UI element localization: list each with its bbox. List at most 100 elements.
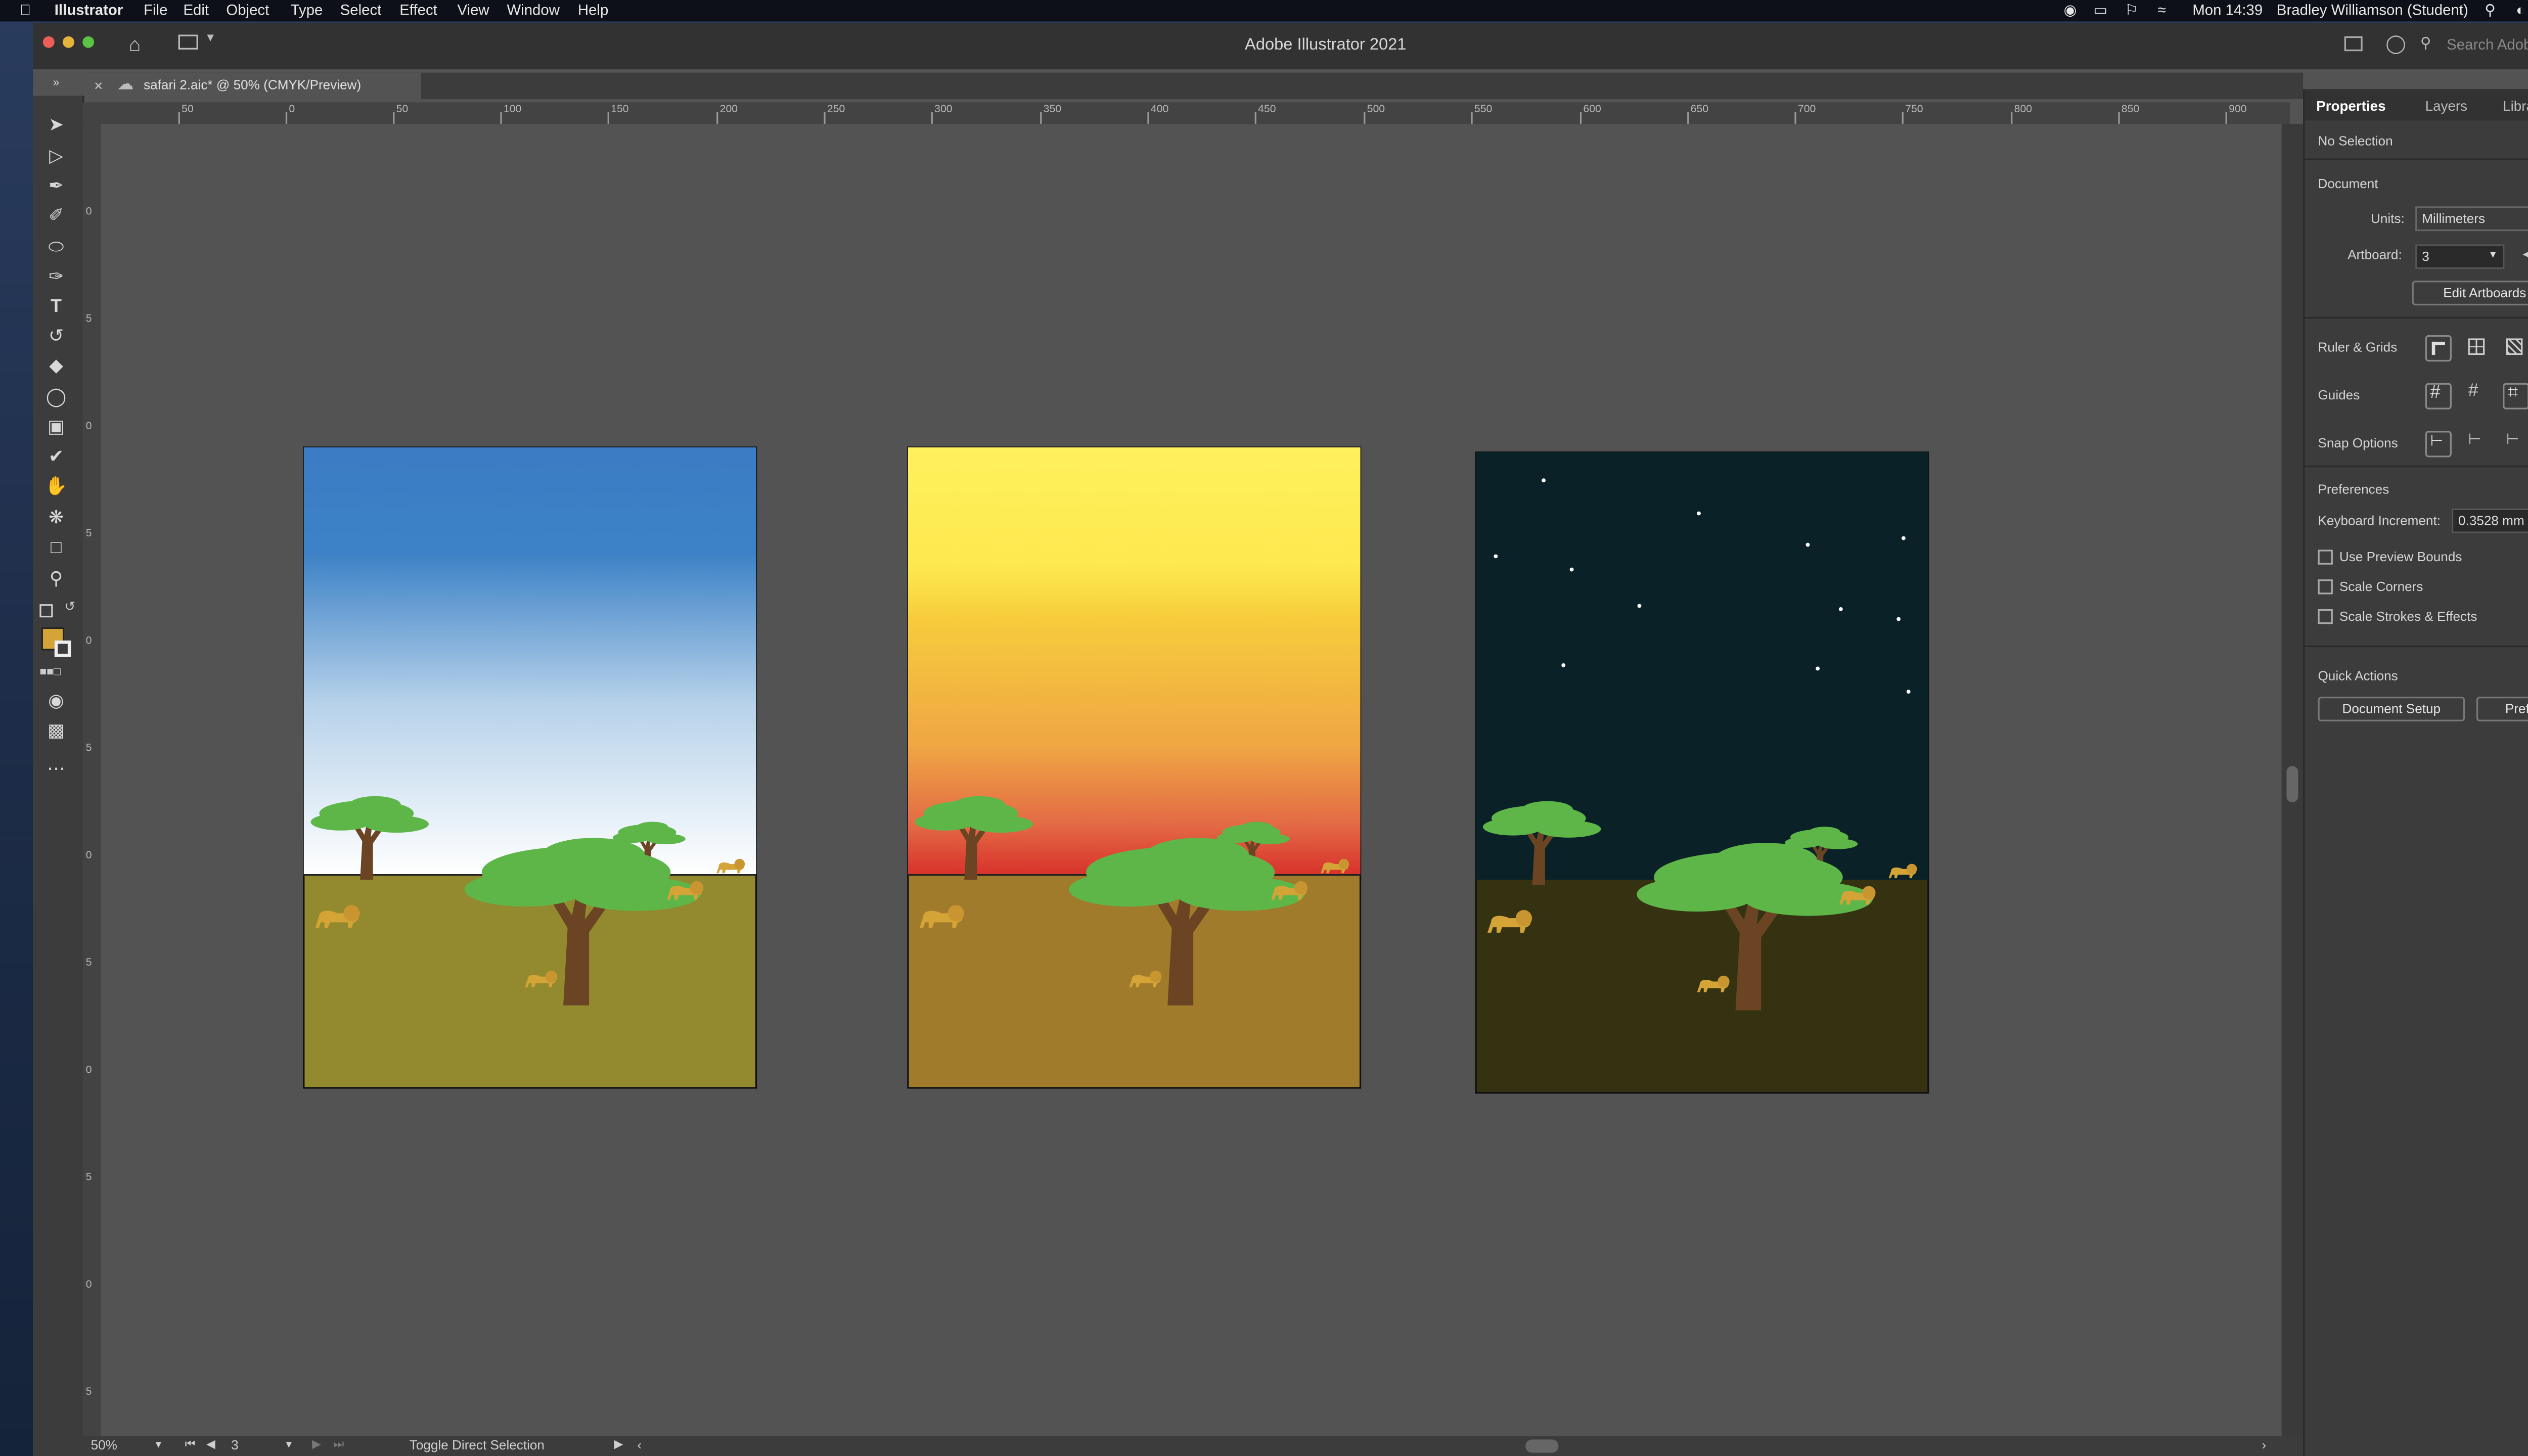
artboard-tool-icon[interactable]: □ bbox=[44, 536, 68, 560]
horizontal-scroll-thumb[interactable] bbox=[1525, 1439, 1559, 1453]
scale-corners-checkbox[interactable] bbox=[2318, 579, 2333, 595]
paintbrush-tool-icon[interactable]: ✑ bbox=[44, 266, 68, 289]
artboard-2-sunset[interactable] bbox=[907, 446, 1362, 1089]
color-mode-icon[interactable]: ■■□ bbox=[39, 667, 60, 678]
horizontal-ruler[interactable]: 50 0 50 100 150 200 250 300 350 400 450 500 550 600 65… bbox=[82, 102, 2290, 126]
scale-strokes-checkbox[interactable] bbox=[2318, 609, 2333, 624]
shape-builder-tool-icon[interactable]: ◯ bbox=[44, 386, 68, 410]
rotate-tool-icon[interactable]: ↺ bbox=[44, 325, 68, 348]
gradient-tool-icon[interactable]: ▣ bbox=[44, 416, 68, 439]
rulers-icon[interactable] bbox=[2425, 335, 2452, 362]
keyboard-increment-input[interactable]: 0.3528 mm bbox=[2451, 508, 2528, 533]
zoom-dropdown-icon[interactable]: ▼ bbox=[154, 1436, 163, 1456]
user-name[interactable]: Bradley Williamson (Student) bbox=[2277, 0, 2468, 21]
app-menu[interactable]: Illustrator bbox=[55, 0, 123, 21]
ruler-tick bbox=[931, 112, 933, 124]
menu-view[interactable]: View bbox=[457, 0, 489, 21]
show-guides-icon[interactable]: # bbox=[2425, 383, 2452, 410]
canvas[interactable] bbox=[101, 123, 2290, 1449]
zoom-level[interactable]: 50% bbox=[91, 1436, 117, 1456]
tab-layers[interactable]: Layers bbox=[2425, 94, 2467, 117]
menu-object[interactable]: Object bbox=[226, 0, 269, 21]
airplay-icon[interactable]: ▭ bbox=[2093, 0, 2107, 21]
grid-icon[interactable] bbox=[2465, 335, 2488, 358]
menu-select[interactable]: Select bbox=[340, 0, 382, 21]
arrange-documents-icon[interactable] bbox=[2344, 36, 2363, 52]
menu-effect[interactable]: Effect bbox=[399, 0, 437, 21]
eraser-tool-icon[interactable]: ◆ bbox=[44, 355, 68, 378]
transparency-grid-icon[interactable] bbox=[2503, 335, 2526, 358]
curvature-tool-icon[interactable]: ✐ bbox=[44, 205, 68, 228]
scroll-left-icon[interactable]: ‹ bbox=[637, 1436, 642, 1456]
chevron-down-icon[interactable]: ▼ bbox=[205, 33, 216, 44]
pen-tool-icon[interactable]: ✒ bbox=[44, 175, 68, 198]
units-select[interactable]: Millimeters ▼ bbox=[2415, 206, 2528, 232]
document-tab[interactable]: × ☁ safari 2.aic* @ 50% (CMYK/Preview) bbox=[82, 72, 421, 99]
smart-guides-icon[interactable]: ⌗ bbox=[2503, 383, 2528, 410]
collapse-panel-icon[interactable]: » bbox=[44, 73, 68, 96]
edit-artboards-button[interactable]: Edit Artboards bbox=[2412, 281, 2528, 306]
tab-libraries[interactable]: Libraries bbox=[2503, 94, 2528, 117]
stroke-swatch[interactable] bbox=[54, 640, 71, 657]
menu-file[interactable]: File bbox=[144, 0, 167, 21]
previous-artboard-icon[interactable]: ◀ bbox=[206, 1436, 215, 1456]
preferences-button[interactable]: Preferences bbox=[2476, 696, 2528, 721]
search-icon: ⚲ bbox=[2420, 34, 2431, 52]
type-tool-icon[interactable]: T bbox=[44, 295, 68, 318]
siri-icon[interactable]: ◐ bbox=[2516, 0, 2525, 21]
apple-icon[interactable]:  bbox=[20, 0, 31, 21]
artboard-number-field[interactable]: 3 bbox=[231, 1436, 239, 1456]
menu-help[interactable]: Help bbox=[578, 0, 608, 21]
status-menu-icon[interactable]: ▶ bbox=[614, 1436, 623, 1456]
next-artboard-icon[interactable]: ▶ bbox=[312, 1436, 321, 1456]
vertical-ruler[interactable]: 0505050505050 bbox=[82, 123, 103, 1449]
zoom-window-button[interactable] bbox=[82, 36, 95, 48]
last-artboard-icon[interactable]: ⏭ bbox=[334, 1436, 344, 1456]
creative-cloud-icon[interactable]: ◉ bbox=[2064, 0, 2077, 21]
ruler-tick-label: 0 bbox=[85, 850, 92, 862]
minimize-window-button[interactable] bbox=[63, 36, 74, 48]
screen-mode-icon[interactable]: ▩ bbox=[44, 720, 68, 743]
document-setup-button[interactable]: Document Setup bbox=[2318, 696, 2465, 721]
more-tools-icon[interactable]: ⋯ bbox=[44, 758, 68, 781]
home-icon[interactable]: ⌂ bbox=[129, 33, 141, 56]
artboard-1-day[interactable] bbox=[303, 446, 757, 1089]
use-preview-bounds-checkbox[interactable] bbox=[2318, 550, 2333, 565]
scroll-right-icon[interactable]: › bbox=[2262, 1436, 2266, 1456]
clock[interactable]: Mon 14:39 bbox=[2192, 0, 2263, 21]
zoom-tool-icon[interactable]: ⚲ bbox=[44, 568, 68, 591]
artboard-dropdown-icon[interactable]: ▼ bbox=[284, 1436, 294, 1456]
search-help-input[interactable]: Search Adobe Help bbox=[2447, 36, 2528, 53]
lightbulb-icon[interactable]: ◯ bbox=[2385, 33, 2406, 55]
previous-artboard-icon[interactable]: ◀ bbox=[2522, 248, 2528, 261]
eyedropper-tool-icon[interactable]: ✔ bbox=[44, 446, 68, 469]
snap-to-point-icon[interactable]: ⊢ bbox=[2425, 431, 2452, 458]
workspace-switcher-icon[interactable] bbox=[178, 34, 198, 50]
vertical-scroll-thumb[interactable] bbox=[2286, 766, 2298, 802]
wifi-icon[interactable]: ≈ bbox=[2158, 0, 2166, 21]
tab-properties[interactable]: Properties bbox=[2316, 94, 2385, 117]
first-artboard-icon[interactable]: ⏮ bbox=[185, 1436, 196, 1456]
direct-selection-tool-icon[interactable]: ▷ bbox=[44, 145, 68, 168]
lock-guides-icon[interactable]: # bbox=[2465, 381, 2488, 406]
ellipse-tool-icon[interactable]: ⬭ bbox=[44, 236, 68, 259]
menu-edit[interactable]: Edit bbox=[183, 0, 209, 21]
ruler-tick-label: 5 bbox=[85, 957, 92, 969]
swap-colors-icon[interactable]: ↺ bbox=[64, 599, 75, 614]
close-window-button[interactable] bbox=[42, 36, 55, 48]
puppet-warp-tool-icon[interactable]: ✋ bbox=[44, 475, 68, 498]
artboard-select[interactable]: 3 ▼ bbox=[2415, 244, 2505, 269]
draw-mode-icon[interactable]: ◉ bbox=[44, 690, 68, 713]
snap-to-grid-icon[interactable]: ⊢ bbox=[2503, 431, 2526, 454]
default-colors-icon[interactable] bbox=[39, 604, 53, 618]
selection-tool-icon[interactable]: ➤ bbox=[44, 114, 68, 137]
menu-window[interactable]: Window bbox=[507, 0, 560, 21]
artboard-3-night[interactable] bbox=[1475, 451, 1929, 1094]
spotlight-icon[interactable]: ⚲ bbox=[2485, 0, 2496, 21]
vertical-scrollbar[interactable] bbox=[2281, 123, 2304, 1436]
close-tab-icon[interactable]: × bbox=[94, 73, 103, 99]
input-source-icon[interactable]: ⚐ bbox=[2125, 0, 2138, 21]
menu-type[interactable]: Type bbox=[291, 0, 323, 21]
snap-to-pixel-icon[interactable]: ⊢ bbox=[2465, 431, 2488, 454]
symbol-sprayer-tool-icon[interactable]: ❋ bbox=[44, 507, 68, 530]
